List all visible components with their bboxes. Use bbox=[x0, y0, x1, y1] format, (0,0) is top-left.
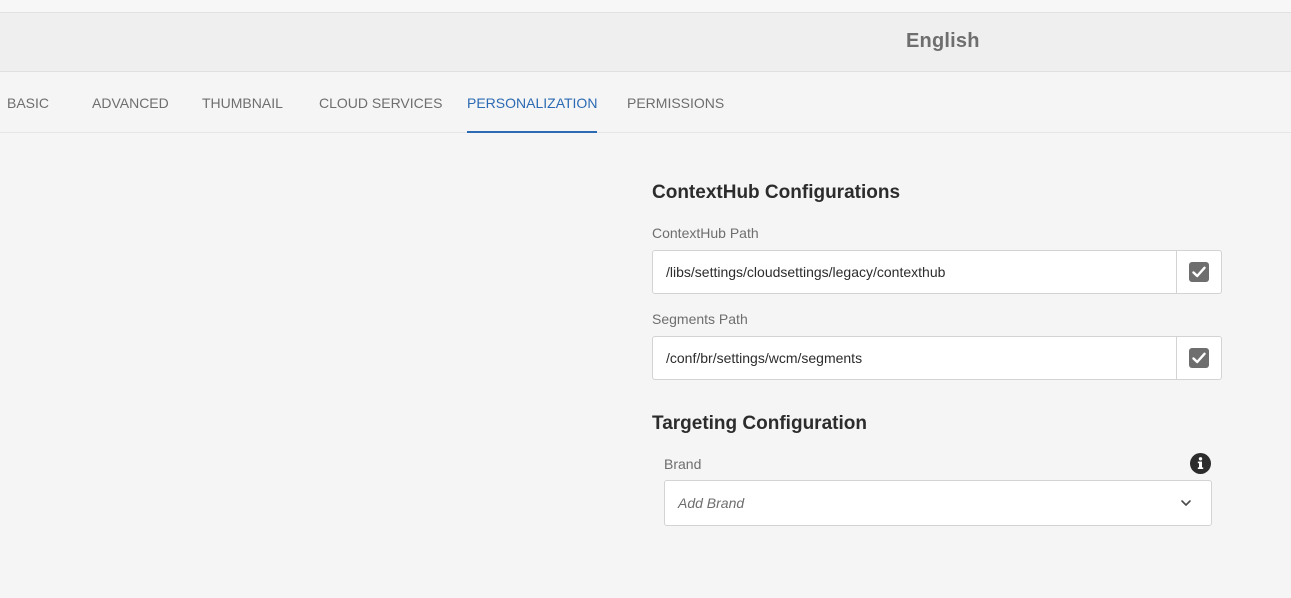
page-properties-dialog: English BASIC ADVANCED THUMBNAIL CLOUD S… bbox=[0, 0, 1291, 598]
brand-select[interactable]: Add Brand bbox=[664, 480, 1212, 526]
tab-personalization[interactable]: PERSONALIZATION bbox=[467, 72, 598, 133]
contexthub-path-input[interactable] bbox=[653, 251, 1177, 293]
tab-advanced[interactable]: ADVANCED bbox=[92, 72, 169, 132]
contexthub-path-field bbox=[652, 250, 1222, 294]
segments-path-field bbox=[652, 336, 1222, 380]
top-strip bbox=[0, 0, 1291, 13]
contexthub-path-label: ContextHub Path bbox=[652, 225, 759, 241]
brand-label: Brand bbox=[664, 456, 702, 472]
info-icon[interactable] bbox=[1190, 453, 1211, 474]
contexthub-path-inherit-toggle[interactable] bbox=[1176, 251, 1221, 293]
segments-path-input[interactable] bbox=[653, 337, 1177, 379]
segments-path-inherit-toggle[interactable] bbox=[1176, 337, 1221, 379]
tab-permissions[interactable]: PERMISSIONS bbox=[627, 72, 724, 132]
tab-thumbnail[interactable]: THUMBNAIL bbox=[202, 72, 283, 132]
targeting-section-title: Targeting Configuration bbox=[652, 413, 867, 434]
tab-basic[interactable]: BASIC bbox=[7, 72, 49, 132]
brand-placeholder: Add Brand bbox=[678, 495, 745, 511]
checkbox-checked-icon bbox=[1188, 348, 1209, 368]
contexthub-section-title: ContextHub Configurations bbox=[652, 182, 901, 203]
tab-bar: BASIC ADVANCED THUMBNAIL CLOUD SERVICES … bbox=[0, 72, 1291, 133]
chevron-down-icon bbox=[1179, 496, 1193, 510]
segments-path-label: Segments Path bbox=[652, 311, 748, 327]
page-title: English bbox=[906, 30, 980, 52]
checkbox-checked-icon bbox=[1188, 262, 1209, 282]
title-bar: English bbox=[0, 13, 1291, 72]
tab-cloud-services[interactable]: CLOUD SERVICES bbox=[319, 72, 442, 132]
